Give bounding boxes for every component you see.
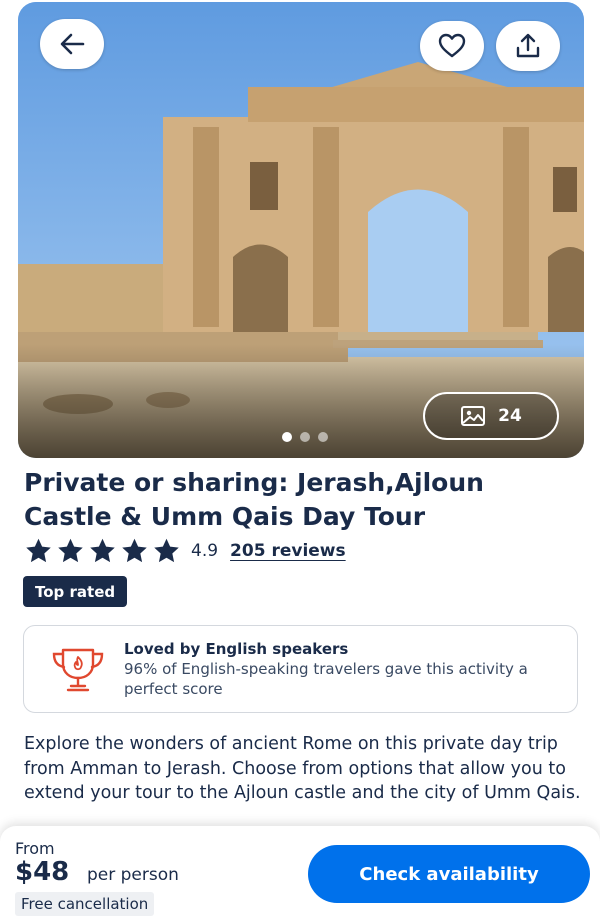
image-icon [461, 406, 486, 426]
rating-value: 4.9 [191, 541, 219, 561]
share-button[interactable] [496, 21, 560, 71]
loved-title: Loved by English speakers [124, 640, 349, 658]
per-person-label: per person [87, 865, 179, 885]
carousel-dots [282, 432, 328, 442]
booking-bar: From $48 per person Free cancellation Ch… [0, 826, 600, 920]
free-cancellation-tag: Free cancellation [15, 892, 155, 916]
star-rating [24, 537, 181, 565]
star-icon [26, 538, 51, 563]
back-arrow-icon [60, 33, 85, 55]
carousel-dot[interactable] [282, 432, 292, 442]
share-icon [516, 33, 540, 58]
activity-description: Explore the wonders of ancient Rome on t… [24, 734, 581, 803]
star-icon [90, 538, 115, 563]
title-line-2: Castle & Umm Qais Day Tour [24, 502, 426, 531]
loved-by-english-speakers-card: Loved by English speakers 96% of English… [23, 625, 578, 713]
star-icon [58, 538, 83, 563]
top-rated-badge: Top rated [23, 576, 128, 607]
carousel-dot[interactable] [300, 432, 310, 442]
carousel-dot[interactable] [318, 432, 328, 442]
wishlist-button[interactable] [420, 21, 484, 71]
star-icon [154, 538, 179, 563]
price: $48 [15, 857, 70, 887]
photo-count-button[interactable]: 24 [423, 392, 559, 440]
reviews-link[interactable]: 205 reviews [230, 541, 346, 561]
check-availability-button[interactable]: Check availability [308, 845, 590, 903]
hero-photo [18, 2, 584, 458]
back-button[interactable] [40, 19, 104, 69]
activity-title: Private or sharing: Jerash,Ajloun Castle… [24, 466, 584, 534]
star-icon [122, 538, 147, 563]
rating-row: 4.9 205 reviews [24, 536, 346, 566]
trophy-icon [52, 648, 104, 692]
title-line-1: Private or sharing: Jerash,Ajloun [24, 468, 484, 497]
heart-icon [438, 33, 466, 58]
loved-description: 96% of English-speaking travelers gave t… [124, 660, 528, 698]
from-label: From [15, 839, 55, 858]
photo-count-label: 24 [498, 406, 522, 426]
hero-image-carousel[interactable]: 24 [18, 2, 584, 458]
